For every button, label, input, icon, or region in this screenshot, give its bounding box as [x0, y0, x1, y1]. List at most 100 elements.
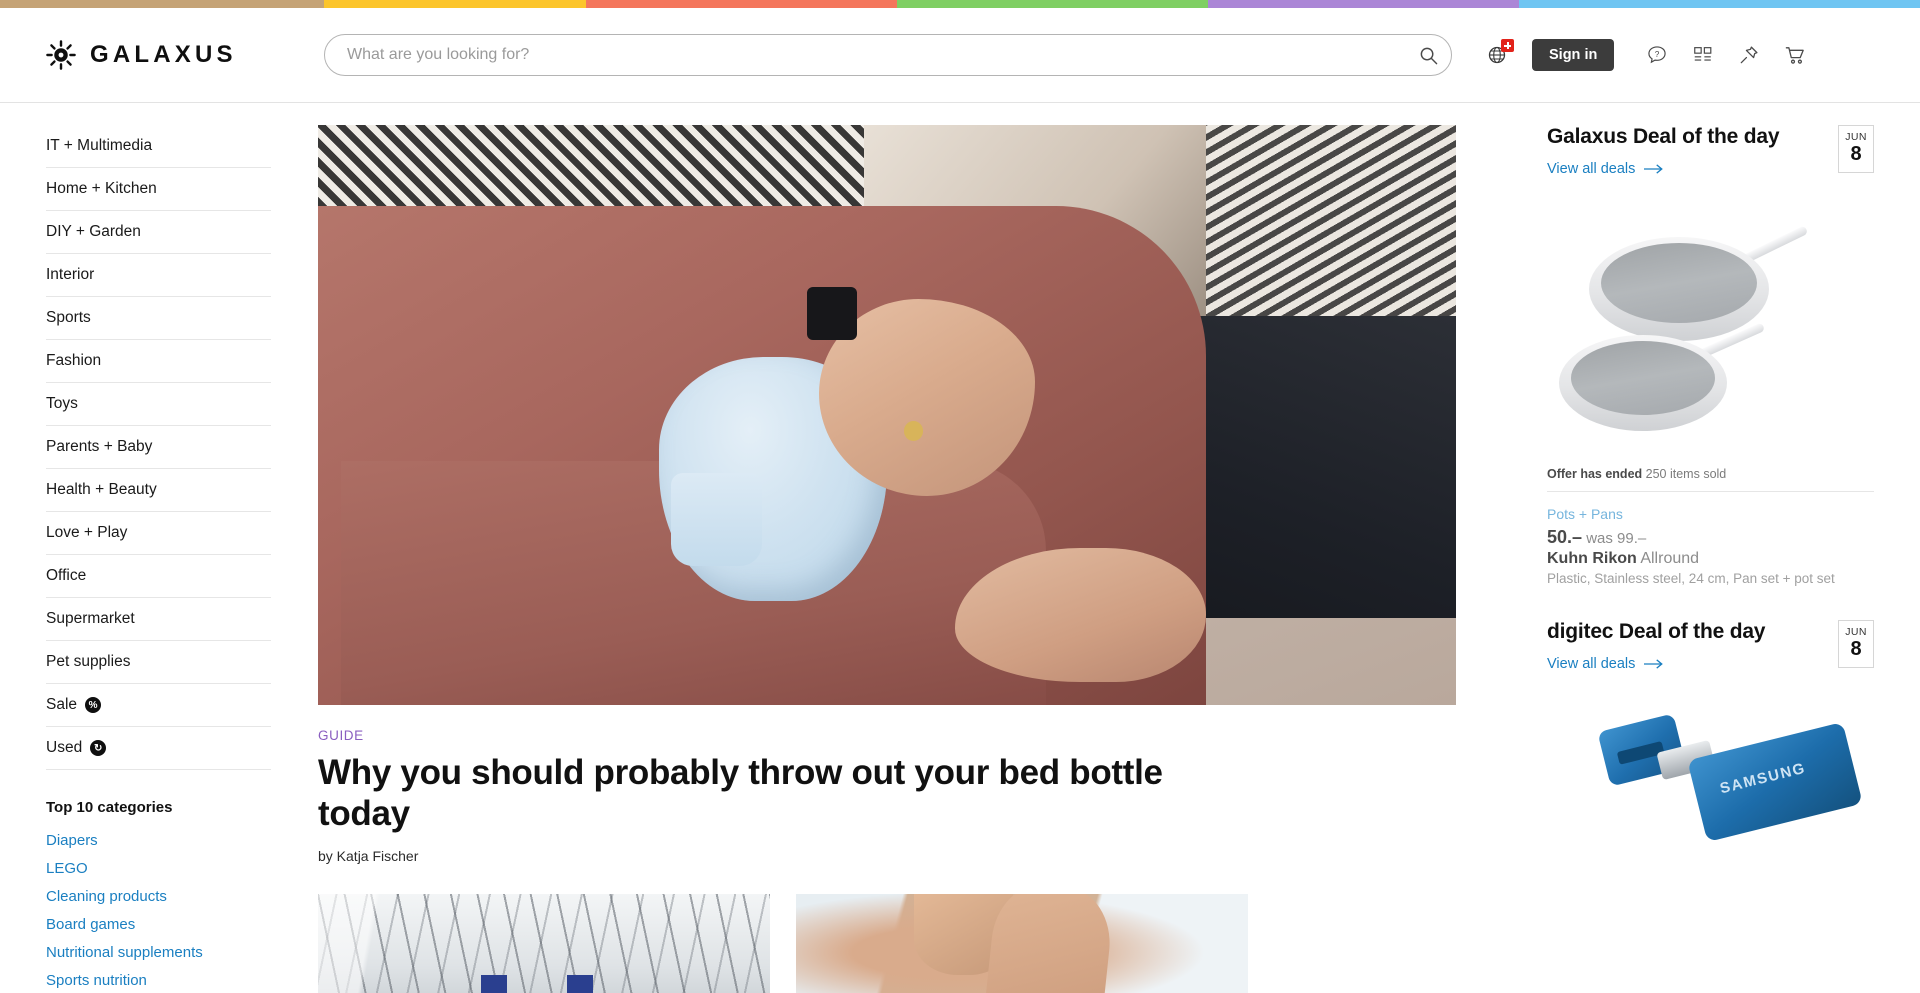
deal-date-day: 8 [1850, 638, 1862, 660]
deal-title: digitec Deal of the day [1547, 620, 1766, 643]
deal-status-rest: 250 items sold [1645, 467, 1727, 481]
sidebar-item-used[interactable]: Used ↻ [46, 727, 271, 770]
article-thumbnail-2[interactable] [796, 894, 1248, 993]
compare-grid-icon [1694, 47, 1712, 61]
page-body: IT + Multimedia Home + Kitchen DIY + Gar… [0, 103, 1920, 993]
sidebar-item-interior[interactable]: Interior [46, 254, 271, 297]
article-kicker[interactable]: GUIDE [318, 728, 1456, 743]
top-category-link-board-games[interactable]: Board games [46, 910, 318, 938]
deal-date-badge: JUN 8 [1838, 125, 1874, 173]
deal-date-badge: JUN 8 [1838, 620, 1874, 668]
top-category-link-diapers[interactable]: Diapers [46, 826, 318, 854]
deal-product-brand: Kuhn Rikon [1547, 550, 1637, 567]
deal-card-galaxus: Galaxus Deal of the day View all deals J… [1547, 125, 1874, 586]
sidebar-item-label: Health + Beauty [46, 481, 157, 498]
article-byline: by Katja Fischer [318, 848, 419, 865]
help-button[interactable]: ? [1634, 32, 1680, 78]
site-logo[interactable]: GALAXUS [46, 40, 318, 70]
language-switcher-button[interactable] [1474, 32, 1520, 78]
top-category-link-lego[interactable]: LEGO [46, 854, 318, 882]
category-sidebar: IT + Multimedia Home + Kitchen DIY + Gar… [0, 103, 318, 993]
color-segment-2 [324, 0, 586, 8]
article-headline[interactable]: Why you should probably throw out your b… [318, 753, 1198, 834]
cart-icon [1785, 46, 1804, 64]
sidebar-item-love-play[interactable]: Love + Play [46, 512, 271, 555]
cart-button[interactable] [1772, 32, 1818, 78]
sidebar-item-diy-garden[interactable]: DIY + Garden [46, 211, 271, 254]
help-icon: ? [1648, 46, 1667, 64]
deal-product-image-pans[interactable] [1547, 187, 1874, 459]
deal-date-month: JUN [1845, 626, 1867, 638]
sidebar-item-fashion[interactable]: Fashion [46, 340, 271, 383]
sidebar-item-parents-baby[interactable]: Parents + Baby [46, 426, 271, 469]
sidebar-item-label: Office [46, 567, 87, 584]
color-segment-4 [896, 0, 1208, 8]
color-segment-6 [1518, 0, 1920, 8]
watchlist-button[interactable] [1726, 32, 1772, 78]
site-header: GALAXUS Sign in ? [0, 8, 1920, 103]
brand-color-strip [0, 0, 1920, 8]
sidebar-item-home-kitchen[interactable]: Home + Kitchen [46, 168, 271, 211]
deal-product-price: 50.– was 99.– [1547, 527, 1874, 548]
featured-article-card[interactable]: GUIDE Why you should probably throw out … [318, 125, 1456, 864]
sidebar-item-label: IT + Multimedia [46, 137, 153, 154]
pin-icon [1741, 46, 1758, 64]
deal-product-image-usb[interactable]: SAMSUNG [1547, 684, 1874, 874]
article-thumbnail-row [318, 894, 1513, 993]
sidebar-item-label: Home + Kitchen [46, 180, 157, 197]
sidebar-item-label: Used [46, 739, 83, 756]
sidebar-item-toys[interactable]: Toys [46, 383, 271, 426]
view-all-deals-link-digitec[interactable]: View all deals [1547, 656, 1765, 672]
sidebar-item-label: Interior [46, 266, 95, 283]
search-button[interactable] [1412, 39, 1444, 71]
sidebar-item-label: Love + Play [46, 524, 128, 541]
color-segment-1 [0, 0, 325, 8]
search-icon [1420, 47, 1437, 64]
color-segment-3 [585, 0, 897, 8]
compare-button[interactable] [1680, 32, 1726, 78]
swiss-flag-badge-icon [1501, 39, 1514, 52]
arrow-right-icon [1644, 164, 1664, 174]
search-input[interactable] [324, 34, 1452, 76]
sidebar-item-label: Pet supplies [46, 653, 131, 670]
deal-status-bold: Offer has ended [1547, 467, 1643, 481]
deals-rail: Galaxus Deal of the day View all deals J… [1513, 103, 1920, 993]
top-category-link-cleaning-products[interactable]: Cleaning products [46, 882, 318, 910]
sidebar-item-label: Toys [46, 395, 78, 412]
deal-card-digitec: digitec Deal of the day View all deals J… [1547, 620, 1874, 874]
logo-wordmark: GALAXUS [90, 41, 237, 68]
view-all-deals-label: View all deals [1547, 656, 1636, 672]
deal-product-name[interactable]: Kuhn Rikon Allround [1547, 550, 1874, 568]
sun-turtle-logo-icon [46, 40, 76, 70]
deal-product-spec: Plastic, Stainless steel, 24 cm, Pan set… [1547, 571, 1835, 586]
top-category-link-nutritional-supplements[interactable]: Nutritional supplements [46, 938, 318, 966]
sidebar-item-it-multimedia[interactable]: IT + Multimedia [46, 125, 271, 168]
sidebar-item-office[interactable]: Office [46, 555, 271, 598]
sidebar-item-label: DIY + Garden [46, 223, 141, 240]
sidebar-item-supermarket[interactable]: Supermarket [46, 598, 271, 641]
deal-status: Offer has ended 250 items sold [1547, 459, 1874, 492]
color-segment-5 [1207, 0, 1519, 8]
sign-in-button[interactable]: Sign in [1532, 39, 1615, 71]
sidebar-item-sale[interactable]: Sale % [46, 684, 271, 727]
sidebar-item-label: Sports [46, 309, 91, 326]
top-categories-title: Top 10 categories [46, 799, 173, 816]
sidebar-item-pet-supplies[interactable]: Pet supplies [46, 641, 271, 684]
deal-date-month: JUN [1845, 131, 1867, 143]
sidebar-item-label: Parents + Baby [46, 438, 153, 455]
view-all-deals-link-galaxus[interactable]: View all deals [1547, 161, 1779, 177]
percent-badge-icon: % [85, 697, 102, 713]
svg-text:?: ? [1655, 50, 1660, 59]
sidebar-item-sports[interactable]: Sports [46, 297, 271, 340]
top-category-link-sports-nutrition[interactable]: Sports nutrition [46, 966, 318, 993]
sidebar-item-label: Sale [46, 696, 78, 713]
article-thumbnail-1[interactable] [318, 894, 770, 993]
featured-article-image[interactable] [318, 125, 1456, 705]
deal-product-category[interactable]: Pots + Pans [1547, 506, 1874, 522]
sidebar-item-label: Supermarket [46, 610, 135, 627]
sidebar-item-label: Fashion [46, 352, 102, 369]
arrow-right-icon [1644, 659, 1664, 669]
deal-product-model: Allround [1640, 550, 1700, 567]
sidebar-item-health-beauty[interactable]: Health + Beauty [46, 469, 271, 512]
deal-price-was: was 99.– [1586, 530, 1647, 547]
